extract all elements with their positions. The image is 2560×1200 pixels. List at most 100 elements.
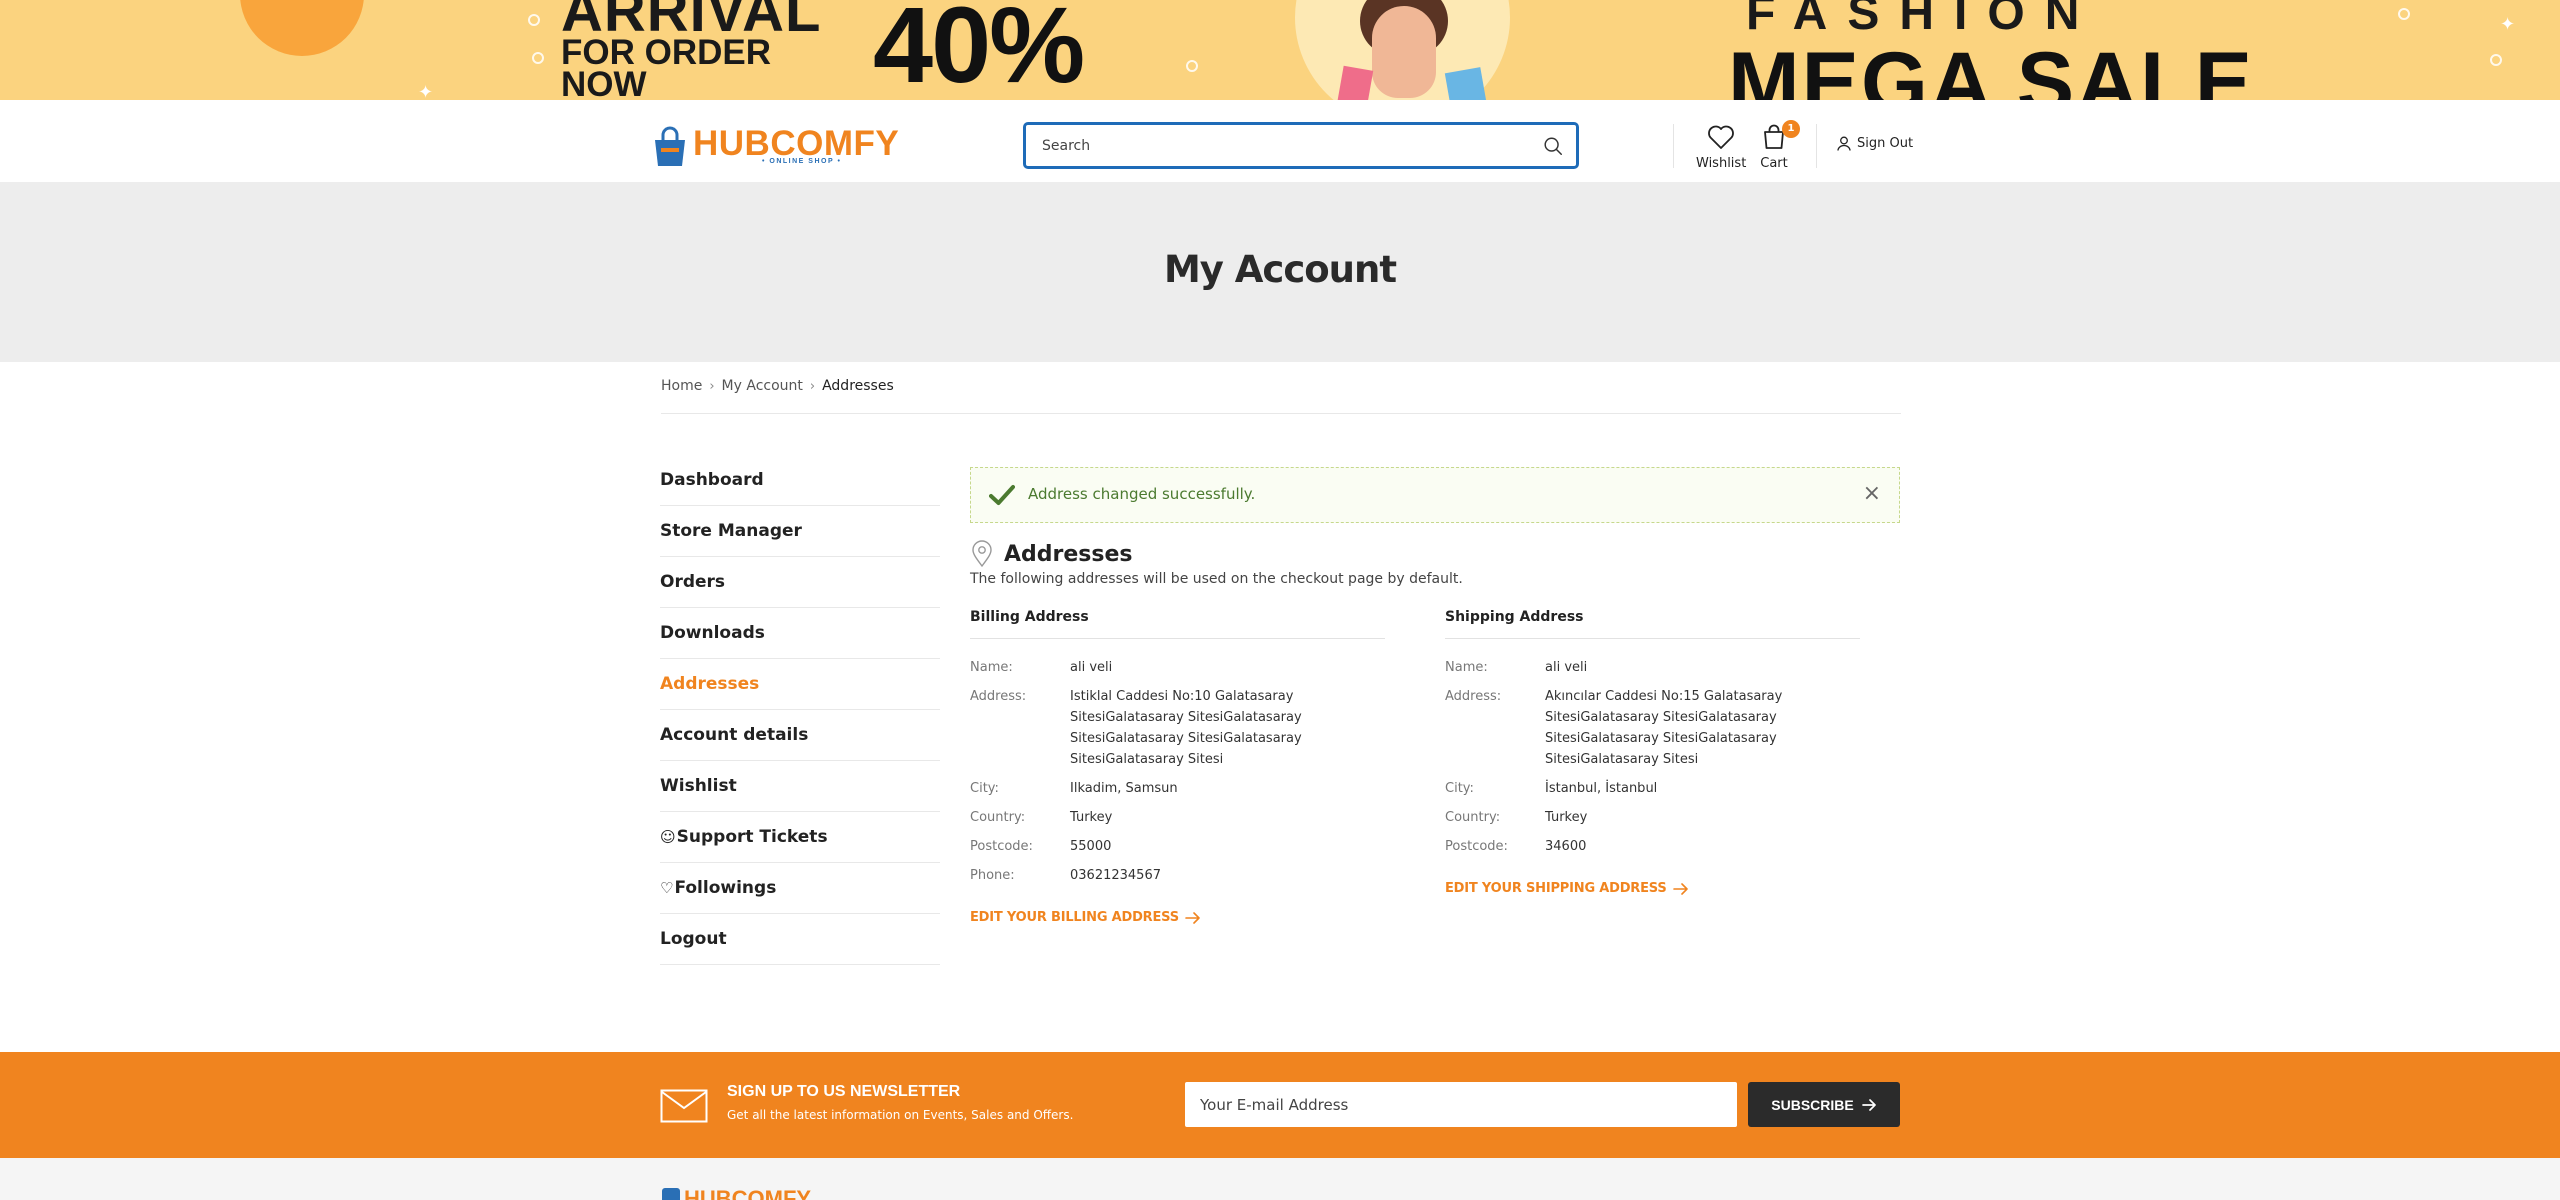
field-label: Address:	[970, 689, 1027, 704]
edit-shipping-label: EDIT YOUR SHIPPING ADDRESS	[1445, 881, 1667, 896]
sidebar-item-followings[interactable]: ♡ Followings	[660, 863, 940, 914]
close-icon[interactable]: ×	[1863, 483, 1881, 505]
sidebar-item-wishlist[interactable]: Wishlist	[660, 761, 940, 812]
shipping-address-table: Name: ali veli Address: Akıncılar Caddesi …	[1445, 657, 1865, 865]
field-label: Country:	[970, 810, 1026, 825]
billing-country: Turkey	[1070, 810, 1113, 825]
chevron-right-icon: ›	[709, 378, 715, 394]
sidebar-item-label: Followings	[674, 878, 777, 898]
breadcrumb-home[interactable]: Home	[661, 378, 702, 394]
field-label: Name:	[1445, 660, 1488, 675]
breadcrumb-my-account[interactable]: My Account	[722, 378, 803, 394]
banner-sun-shape	[240, 0, 364, 56]
sign-out-label: Sign Out	[1857, 136, 1914, 151]
breadcrumb: Home › My Account › Addresses	[661, 378, 894, 394]
sidebar-item-logout[interactable]: Logout	[660, 914, 940, 965]
field-label: Address:	[1445, 689, 1502, 704]
sidebar-item-label: Store Manager	[660, 521, 802, 541]
search-input[interactable]	[1042, 135, 1522, 157]
cart-label: Cart	[1760, 156, 1788, 171]
logo-bag-icon	[655, 126, 685, 166]
wishlist-link[interactable]: Wishlist	[1696, 124, 1746, 171]
billing-address-section: Billing Address Name: ali veli Address: Is…	[970, 609, 1390, 925]
field-label: Country:	[1445, 810, 1501, 825]
page-title: My Account	[1163, 248, 1397, 291]
header-divider	[1816, 124, 1817, 168]
search-icon[interactable]	[1542, 135, 1564, 157]
sidebar-item-dashboard[interactable]: Dashboard	[660, 455, 940, 506]
sidebar-item-store-manager[interactable]: Store Manager	[660, 506, 940, 557]
newsletter-email-input[interactable]	[1185, 1082, 1737, 1127]
arrow-right-icon	[1861, 1098, 1876, 1111]
billing-postcode: 55000	[1070, 839, 1112, 854]
sidebar-item-label: Logout	[660, 929, 727, 949]
shipping-address-title: Shipping Address	[1445, 609, 1860, 639]
banner-dot	[2490, 54, 2502, 66]
field-label: City:	[970, 781, 999, 796]
subscribe-button[interactable]: SUBSCRIBE	[1748, 1082, 1900, 1127]
site-footer: HUBCOMFY	[0, 1158, 2560, 1200]
logo-tagline: • ONLINE SHOP •	[762, 158, 842, 165]
shipping-street: Akıncılar Caddesi No:15 Galatasaray Site…	[1545, 689, 1783, 767]
breadcrumb-divider	[661, 413, 1901, 414]
edit-billing-label: EDIT YOUR BILLING ADDRESS	[970, 910, 1179, 925]
table-row: Country: Turkey	[970, 807, 1390, 836]
billing-address-table: Name: ali veli Address: Istiklal Caddesi N…	[970, 657, 1390, 894]
success-notice: Address changed successfully. ×	[970, 467, 1900, 523]
sidebar-item-label: Wishlist	[660, 776, 737, 796]
banner-order-text: FOR ORDER NOW	[561, 35, 771, 100]
field-label: Phone:	[970, 868, 1015, 883]
cart-count-badge: 1	[1782, 120, 1800, 138]
sign-out-link[interactable]: Sign Out	[1837, 136, 1913, 151]
banner-shopping-bag-icon	[1336, 65, 1374, 100]
footer-logo[interactable]: HUBCOMFY	[684, 1186, 811, 1200]
checkmark-icon	[989, 485, 1015, 505]
site-logo[interactable]: HUBCOMFY • ONLINE SHOP •	[651, 124, 901, 170]
sidebar-item-label: Addresses	[660, 674, 760, 694]
shipping-postcode: 34600	[1545, 839, 1587, 854]
wishlist-label: Wishlist	[1696, 156, 1747, 171]
sidebar-item-account-details[interactable]: Account details	[660, 710, 940, 761]
sidebar-item-label: Dashboard	[660, 470, 764, 490]
newsletter-title: SIGN UP TO US NEWSLETTER	[727, 1083, 961, 1100]
sidebar-item-support-tickets[interactable]: ☺ Support Tickets	[660, 812, 940, 863]
banner-order-line2: NOW	[561, 65, 647, 100]
followings-icon: ♡	[660, 879, 674, 897]
footer-logo-bag-icon	[662, 1188, 680, 1200]
sidebar-item-label: Orders	[660, 572, 726, 592]
table-row: Address: Akıncılar Caddesi No:15 Galatasa…	[1445, 686, 1865, 778]
newsletter-subtitle: Get all the latest information on Events…	[727, 1108, 1074, 1122]
banner-dot	[528, 14, 540, 26]
banner-sparkle-icon: ✦	[2500, 14, 2516, 35]
heart-icon	[1708, 125, 1735, 149]
table-row: Postcode: 55000	[970, 836, 1390, 865]
field-label: Name:	[970, 660, 1013, 675]
sidebar-item-addresses[interactable]: Addresses	[660, 659, 940, 710]
notice-message: Address changed successfully.	[1028, 485, 1256, 503]
search-bar[interactable]	[1023, 122, 1579, 169]
sidebar-item-label: Account details	[660, 725, 809, 745]
edit-billing-address-link[interactable]: EDIT YOUR BILLING ADDRESS	[970, 910, 1201, 925]
billing-city: Ilkadim, Samsun	[1070, 781, 1178, 796]
table-row: City: İstanbul, İstanbul	[1445, 778, 1865, 807]
sidebar-item-downloads[interactable]: Downloads	[660, 608, 940, 659]
billing-address-title: Billing Address	[970, 609, 1385, 639]
field-label: Postcode:	[970, 839, 1033, 854]
shipping-address-section: Shipping Address Name: ali veli Address: A…	[1445, 609, 1865, 896]
envelope-icon	[660, 1089, 708, 1123]
addresses-title: Addresses	[1004, 541, 1133, 567]
table-row: Country: Turkey	[1445, 807, 1865, 836]
table-row: Phone: 03621234567	[970, 865, 1390, 894]
arrow-right-icon	[1672, 882, 1688, 895]
banner-model-face	[1372, 6, 1436, 98]
banner-dot	[532, 52, 544, 64]
breadcrumb-current: Addresses	[822, 378, 894, 394]
banner-shopping-bag-icon	[1444, 67, 1488, 100]
table-row: Name: ali veli	[1445, 657, 1865, 686]
table-row: City: Ilkadim, Samsun	[970, 778, 1390, 807]
sidebar-item-orders[interactable]: Orders	[660, 557, 940, 608]
user-icon	[1837, 136, 1851, 151]
edit-shipping-address-link[interactable]: EDIT YOUR SHIPPING ADDRESS	[1445, 881, 1689, 896]
subscribe-label: SUBSCRIBE	[1771, 1096, 1854, 1113]
promo-banner[interactable]: ✦ ✦ ARRIVAL FOR ORDER NOW 40% FASHION ME…	[0, 0, 2560, 100]
